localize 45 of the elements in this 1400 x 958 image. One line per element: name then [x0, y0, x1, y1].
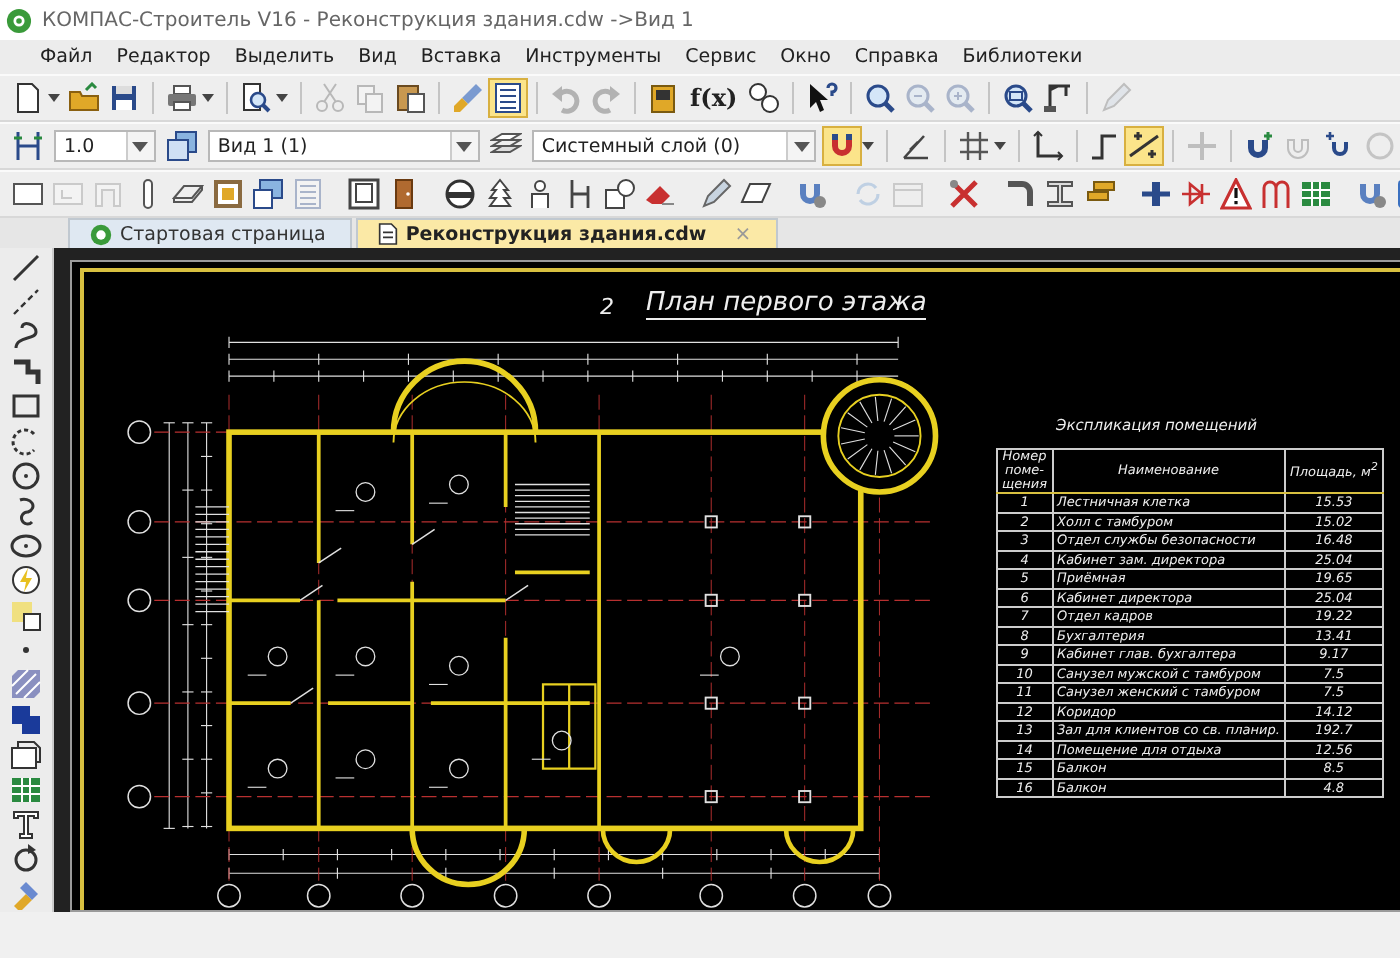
caret-icon: [786, 132, 815, 160]
list-icon[interactable]: [488, 78, 528, 118]
plan-title: План первого этажа: [646, 287, 927, 320]
app-logo-icon: [90, 223, 112, 245]
shapes-icon[interactable]: [600, 174, 640, 214]
document-tab[interactable]: Стартовая страница: [68, 218, 352, 248]
app-logo-icon: [6, 7, 32, 33]
menu-item[interactable]: Окно: [768, 44, 843, 70]
menu-item[interactable]: Редактор: [104, 44, 223, 70]
drawing-file-icon: [377, 222, 398, 246]
scale-icon[interactable]: [8, 126, 48, 166]
window-icon[interactable]: [208, 174, 248, 214]
layer-dropdown[interactable]: Системный слой (0): [531, 130, 817, 162]
window-pair-icon[interactable]: [248, 174, 288, 214]
menu-item[interactable]: Файл: [28, 44, 105, 70]
menu-item[interactable]: Сервис: [673, 44, 769, 70]
caret-icon: [125, 132, 154, 160]
fill-region-icon[interactable]: [6, 702, 46, 737]
menu-item[interactable]: Библиотеки: [950, 44, 1095, 70]
caret-icon[interactable]: [862, 142, 875, 150]
view-icon[interactable]: [161, 126, 202, 166]
caret-icon[interactable]: [993, 142, 1006, 150]
formula-button[interactable]: f(x): [684, 78, 744, 118]
menu-item[interactable]: Выделить: [222, 44, 347, 70]
scale-dropdown[interactable]: 1.0: [54, 130, 156, 162]
menu-item[interactable]: Вставка: [408, 44, 514, 70]
number-bubbles-icon[interactable]: [743, 78, 784, 118]
view-dropdown[interactable]: Вид 1 (1): [207, 130, 480, 162]
sheet-number: 2: [600, 293, 614, 320]
menu-item[interactable]: Инструменты: [513, 44, 674, 70]
pencil-icon[interactable]: [696, 174, 736, 214]
caret-icon[interactable]: [276, 94, 288, 102]
frame-icon[interactable]: [344, 174, 384, 214]
fragment-icon[interactable]: [6, 736, 46, 772]
lightning-icon[interactable]: [6, 563, 46, 598]
menu-item[interactable]: Справка: [842, 44, 951, 70]
caret-icon[interactable]: [202, 94, 214, 102]
warning-icon[interactable]: [1216, 174, 1256, 214]
document-tab[interactable]: Реконструкция здания.cdw ×: [355, 218, 778, 248]
caret-icon: [449, 132, 478, 160]
menu-item[interactable]: Вид: [346, 44, 409, 70]
window-title: КОМПАС-Строитель V16 - Реконструкция здания.cdw ->Вид 1: [42, 9, 694, 31]
caret-icon[interactable]: [48, 94, 60, 102]
fill-icon[interactable]: [6, 597, 46, 633]
magnet-icon[interactable]: [822, 126, 863, 166]
